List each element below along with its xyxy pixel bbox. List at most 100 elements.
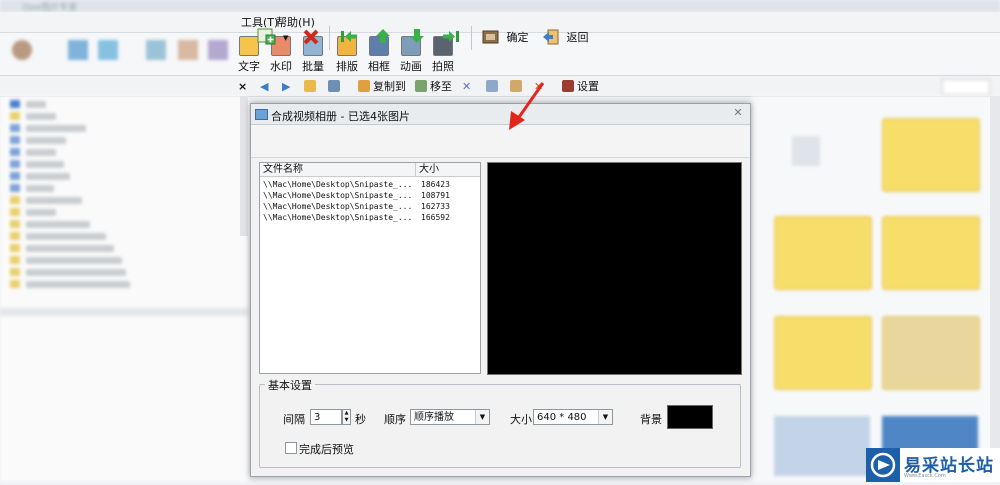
back-button[interactable]: 返回: [542, 27, 589, 49]
move-down-button[interactable]: [408, 27, 426, 49]
up-folder-icon[interactable]: [304, 79, 319, 95]
tree-folder-icon: [10, 256, 20, 264]
close-panel-icon[interactable]: ×: [238, 79, 247, 95]
column-header-size[interactable]: 大小: [416, 163, 480, 177]
table-row[interactable]: \\Mac\Home\Desktop\Snipaste_... 162733: [260, 201, 480, 212]
tree-line: [26, 233, 106, 240]
tree-line: [26, 197, 82, 204]
order-select[interactable]: 顺序播放 ▼: [410, 409, 490, 425]
bg-folder-thumb[interactable]: [774, 216, 872, 290]
toolbar-batch-label: 批量: [302, 60, 324, 73]
tree-folder-icon: [10, 172, 20, 180]
bg-blurred-icon: [178, 40, 198, 60]
table-row[interactable]: \\Mac\Home\Desktop\Snipaste_... 186423: [260, 179, 480, 190]
tree-line: [26, 125, 86, 132]
bg-title-bar: iSee图片专家: [0, 0, 1000, 13]
toolbar-separator: [471, 26, 472, 50]
copy-to-button[interactable]: 复制到: [358, 79, 406, 95]
toolbar-animation-label: 动画: [400, 60, 422, 73]
video-preview: [487, 162, 742, 375]
row-filename: \\Mac\Home\Desktop\Snipaste_...: [263, 180, 413, 189]
watermark-subtext: Www.Easck.Com: [904, 473, 946, 479]
preview-after-checkbox[interactable]: [285, 442, 297, 454]
row-size: 186423: [421, 180, 450, 189]
move-up-icon: [376, 29, 390, 43]
move-last-button[interactable]: [441, 27, 461, 49]
chevron-down-icon[interactable]: ▼: [598, 410, 612, 424]
copy-to-icon: [358, 80, 370, 92]
tree-folder-icon: [10, 280, 20, 288]
add-image-button[interactable]: [257, 27, 277, 49]
bg-folder-thumb[interactable]: [774, 316, 872, 390]
interval-input[interactable]: 3: [310, 409, 342, 425]
tree-folder-icon: [10, 244, 20, 252]
table-row[interactable]: \\Mac\Home\Desktop\Snipaste_... 108791: [260, 190, 480, 201]
bg-folder-thumb[interactable]: [882, 216, 980, 290]
size-select-value: 640 * 480: [537, 412, 587, 423]
column-header-filename[interactable]: 文件名称: [260, 163, 416, 177]
tree-folder-icon: [10, 124, 20, 132]
red-annotation-arrow: [509, 82, 545, 130]
back-arrow-icon[interactable]: ◀: [260, 79, 268, 95]
move-to-label: 移至: [430, 80, 452, 93]
add-image-icon: [257, 28, 276, 45]
add-dropdown-arrow-icon[interactable]: ▼: [283, 27, 288, 49]
move-first-icon: [341, 31, 357, 42]
background-label: 背景: [640, 413, 662, 426]
move-up-button[interactable]: [374, 27, 392, 49]
tree-folder-icon: [10, 100, 20, 108]
tree-line: [26, 221, 90, 228]
remove-icon: [303, 29, 319, 45]
back-label: 返回: [566, 31, 589, 44]
tree-line: [26, 101, 46, 108]
bg-search-field[interactable]: [942, 79, 990, 95]
table-row[interactable]: \\Mac\Home\Desktop\Snipaste_... 166592: [260, 212, 480, 223]
confirm-button[interactable]: 确定: [482, 27, 529, 49]
copy-to-label: 复制到: [373, 80, 406, 93]
bg-blurred-icon: [208, 40, 228, 60]
cut-icon[interactable]: ✕: [462, 79, 471, 95]
background-color-swatch[interactable]: [667, 405, 713, 429]
forward-arrow-icon[interactable]: ▶: [282, 79, 290, 95]
bg-folder-tree: [0, 96, 248, 482]
toolbar-camera-label: 拍照: [432, 60, 454, 73]
tree-line: [26, 185, 54, 192]
tree-folder-icon: [10, 160, 20, 168]
remove-image-button[interactable]: [302, 27, 320, 49]
close-icon[interactable]: ✕: [731, 106, 745, 120]
size-select[interactable]: 640 * 480 ▼: [533, 409, 613, 425]
tools-icon: [562, 80, 574, 92]
move-first-button[interactable]: [339, 27, 359, 49]
return-icon: [543, 29, 559, 45]
row-filename: \\Mac\Home\Desktop\Snipaste_...: [263, 191, 413, 200]
chevron-down-icon[interactable]: ▼: [475, 410, 489, 424]
settings-button[interactable]: 设置: [562, 79, 599, 95]
settings-label: 设置: [577, 80, 599, 93]
watermark-logo-icon: [866, 448, 900, 482]
bg-image-thumb[interactable]: [774, 416, 870, 476]
tree-folder-icon: [10, 208, 20, 216]
file-list[interactable]: 文件名称 大小 \\Mac\Home\Desktop\Snipaste_... …: [259, 162, 481, 374]
move-to-icon: [415, 80, 427, 92]
dialog-app-icon: [255, 109, 268, 120]
bg-folder-thumb[interactable]: [882, 118, 980, 192]
tree-line: [26, 269, 126, 276]
bg-file-thumb[interactable]: [792, 136, 820, 166]
bg-right-scrollbar[interactable]: [990, 96, 1000, 482]
copy-icon[interactable]: [486, 79, 501, 95]
row-size: 162733: [421, 202, 450, 211]
bg-splitter[interactable]: [0, 308, 248, 316]
row-size: 166592: [421, 213, 450, 222]
tree-folder-icon: [10, 232, 20, 240]
tree-folder-icon: [10, 196, 20, 204]
bg-left-scrollbar[interactable]: [240, 96, 248, 236]
interval-spinner[interactable]: ▲ ▼: [342, 409, 351, 425]
dialog-title-bar[interactable]: 合成视频相册 - 已选4张图片 ✕: [251, 104, 750, 125]
move-to-button[interactable]: 移至: [415, 79, 452, 95]
dialog-title: 合成视频相册 - 已选4张图片: [271, 110, 410, 123]
tree-folder-icon: [10, 268, 20, 276]
move-down-icon: [410, 29, 424, 43]
bg-image-thumb[interactable]: [882, 316, 980, 390]
refresh-icon[interactable]: [328, 79, 343, 95]
tree-folder-icon: [10, 112, 20, 120]
